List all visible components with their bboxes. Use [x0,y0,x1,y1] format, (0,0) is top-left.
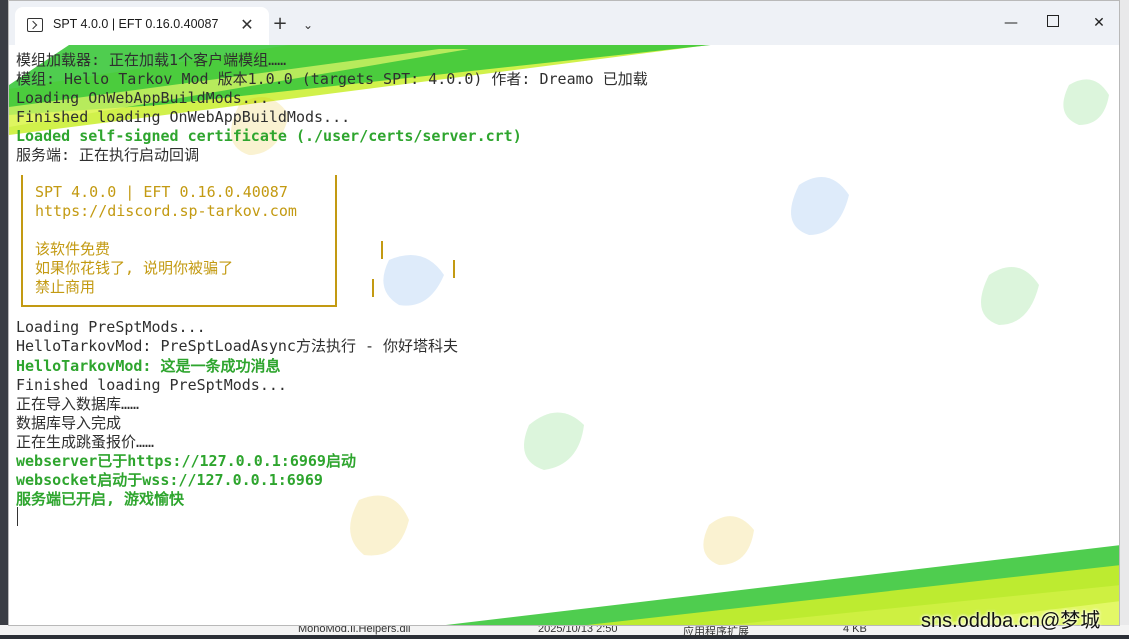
tab-dropdown-icon[interactable]: ⌄ [300,18,316,32]
banner-line: 禁止商用 [35,278,96,297]
output-line: HelloTarkovMod: PreSptLoadAsync方法执行 - 你好… [16,337,459,356]
output-line: 模组加载器: 正在加载1个客户端模组…… [16,51,287,69]
banner-line: SPT 4.0.0 | EFT 0.16.0.40087 [35,183,288,201]
banner-line: 如果你花钱了, 说明你被骗了 [35,259,234,278]
terminal-window: SPT 4.0.0 | EFT 0.16.0.40087 ✕ + ⌄ — ✕ 模… [8,0,1120,626]
banner-line [35,221,297,240]
text-cursor [17,507,18,526]
watermark: sns.oddba.cn@梦城 [921,610,1101,632]
maximize-icon [1047,15,1059,27]
output-line: Loaded self-signed certificate (./user/c… [16,127,522,146]
output-line: Finished loading PreSptMods... [16,375,287,394]
output-line: 模组: Hello Tarkov Mod 版本1.0.0 (targets SP… [16,70,648,89]
output-line: 数据库导入完成 [16,413,122,432]
minimize-button[interactable]: — [991,11,1031,35]
banner-text: SPT 4.0.0 | EFT 0.16.0.40087 https://dis… [35,183,297,298]
output-line: Loading PreSptMods... [16,318,206,337]
output-line: 正在生成跳蚤报价…… [16,432,155,451]
output-line: websocket启动于wss://127.0.0.1:6969 [16,471,323,490]
output-line: 正在导入数据库…… [16,394,140,413]
banner-border-fragment [381,241,383,259]
output-line: 服务端已开启, 游戏愉快 [16,490,185,509]
close-window-button[interactable]: ✕ [1079,11,1119,35]
banner-border-fragment [372,279,374,297]
output-line: 服务端: 正在执行启动回调 [16,146,200,165]
background-window-edge [1120,0,1129,635]
terminal-content[interactable]: 模组加载器: 正在加载1个客户端模组…… 模组: Hello Tarkov Mo… [9,45,1119,625]
output-line: Finished loading OnWebAppBuildMods... [16,108,351,127]
banner-line: 该软件免费 [35,240,111,259]
output-line: HelloTarkovMod: 这是一条成功消息 [16,356,281,375]
title-bar[interactable]: SPT 4.0.0 | EFT 0.16.0.40087 ✕ + ⌄ — ✕ [9,1,1119,45]
terminal-icon [27,18,43,32]
output-line: Loading OnWebAppBuildMods... [16,89,269,108]
maximize-button[interactable] [1033,11,1073,35]
new-tab-button[interactable]: + [270,15,290,33]
banner-top-gap [21,173,337,175]
banner-border-fragment [453,260,455,278]
close-tab-icon[interactable]: ✕ [237,15,257,35]
tab-title: SPT 4.0.0 | EFT 0.16.0.40087 [53,17,219,31]
output-line: webserver已于https://127.0.0.1:6969启动 [16,451,356,470]
terminal-tab[interactable]: SPT 4.0.0 | EFT 0.16.0.40087 ✕ [15,7,269,45]
banner-line: https://discord.sp-tarkov.com [35,202,297,221]
